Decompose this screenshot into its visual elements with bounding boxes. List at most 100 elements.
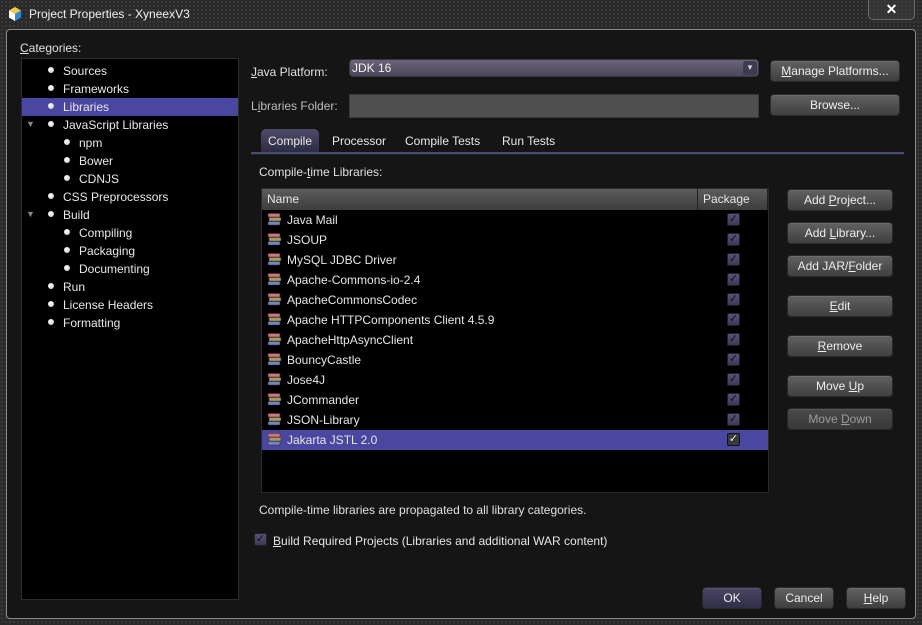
bullet-icon <box>48 121 54 127</box>
java-platform-label: Java Platform: <box>251 65 328 79</box>
library-row[interactable]: Jakarta JSTL 2.0 ✓ <box>262 430 768 450</box>
tree-item-label: License Headers <box>63 298 154 312</box>
library-row[interactable]: JSON-Library ✓ <box>262 410 768 430</box>
bullet-icon <box>48 193 54 199</box>
libraries-folder-field[interactable] <box>349 94 759 118</box>
move-up-button[interactable]: Move Up <box>787 375 893 397</box>
tab-run-tests[interactable]: Run Tests <box>495 129 562 153</box>
java-platform-combo[interactable]: JDK 16 ▼ <box>349 59 759 77</box>
project-properties-window: Project Properties - XyneexV3 ✕ Categori… <box>0 0 922 625</box>
tree-item-label: Bower <box>79 154 114 168</box>
tab-compile[interactable]: Compile <box>261 129 320 153</box>
package-checkbox[interactable]: ✓ <box>727 433 740 446</box>
tree-item-label: JavaScript Libraries <box>63 118 169 132</box>
package-checkbox[interactable]: ✓ <box>727 353 740 366</box>
netbeans-app-icon <box>9 7 21 21</box>
library-name: Apache HTTPComponents Client 4.5.9 <box>287 313 495 327</box>
library-icon <box>267 313 283 327</box>
tab-compile-tests[interactable]: Compile Tests <box>398 129 487 153</box>
library-icon <box>267 373 283 387</box>
tree-item-sources[interactable]: Sources <box>22 62 238 80</box>
remove-button[interactable]: Remove <box>787 335 893 357</box>
column-header-package[interactable]: Package <box>698 189 768 210</box>
close-button[interactable]: ✕ <box>868 0 915 20</box>
library-icon <box>267 353 283 367</box>
library-row[interactable]: Apache-Commons-io-2.4 ✓ <box>262 270 768 290</box>
tree-item-libraries[interactable]: Libraries <box>22 98 238 116</box>
manage-platforms-button[interactable]: Manage Platforms... <box>770 60 900 82</box>
library-row[interactable]: MySQL JDBC Driver ✓ <box>262 250 768 270</box>
library-row[interactable]: BouncyCastle ✓ <box>262 350 768 370</box>
tree-item-bower[interactable]: Bower <box>22 152 238 170</box>
bullet-icon <box>64 157 70 163</box>
library-icon <box>267 213 283 227</box>
tree-item-javascript-libraries[interactable]: ▼ JavaScript Libraries <box>22 116 238 134</box>
tree-item-label: Libraries <box>63 100 110 114</box>
package-checkbox[interactable]: ✓ <box>727 253 740 266</box>
package-checkbox[interactable]: ✓ <box>727 273 740 286</box>
add-project-button[interactable]: Add Project... <box>787 189 893 211</box>
dialog-body: Categories: Sources Frameworks Libraries ▼ J… <box>6 29 916 619</box>
build-required-checkbox[interactable]: ✓ <box>254 533 267 546</box>
library-name: Java Mail <box>287 213 338 227</box>
expand-arrow-icon[interactable]: ▼ <box>26 209 35 219</box>
library-name: Jakarta JSTL 2.0 <box>287 433 378 447</box>
help-button[interactable]: Help <box>846 587 906 609</box>
ok-button[interactable]: OK <box>702 587 762 609</box>
chevron-down-icon[interactable]: ▼ <box>743 61 757 75</box>
browse-button[interactable]: Browse... <box>770 94 900 116</box>
package-checkbox[interactable]: ✓ <box>727 293 740 306</box>
tree-item-packaging[interactable]: Packaging <box>22 242 238 260</box>
bullet-icon <box>48 283 54 289</box>
tree-item-cdnjs[interactable]: CDNJS <box>22 170 238 188</box>
tree-item-run[interactable]: Run <box>22 278 238 296</box>
title-bar[interactable]: Project Properties - XyneexV3 ✕ <box>0 0 922 28</box>
column-header-name[interactable]: Name <box>262 189 698 210</box>
expand-arrow-icon[interactable]: ▼ <box>26 119 35 129</box>
library-name: ApacheHttpAsyncClient <box>287 333 414 347</box>
tree-item-formatting[interactable]: Formatting <box>22 314 238 332</box>
categories-label-rest: ategories: <box>28 41 82 55</box>
library-row[interactable]: Apache HTTPComponents Client 4.5.9 ✓ <box>262 310 768 330</box>
tree-item-compiling[interactable]: Compiling <box>22 224 238 242</box>
library-icon <box>267 433 283 447</box>
library-name: ApacheCommonsCodec <box>287 293 418 307</box>
build-required-label[interactable]: Build Required Projects (Libraries and a… <box>273 534 607 548</box>
library-row[interactable]: JCommander ✓ <box>262 390 768 410</box>
package-checkbox[interactable]: ✓ <box>727 373 740 386</box>
categories-tree[interactable]: Sources Frameworks Libraries ▼ JavaScript Li… <box>21 58 239 600</box>
package-checkbox[interactable]: ✓ <box>727 333 740 346</box>
bullet-icon <box>64 175 70 181</box>
bullet-icon <box>64 229 70 235</box>
library-row[interactable]: Jose4J ✓ <box>262 370 768 390</box>
tree-item-css-preprocessors[interactable]: CSS Preprocessors <box>22 188 238 206</box>
move-down-button[interactable]: Move Down <box>787 408 893 430</box>
library-row[interactable]: Java Mail ✓ <box>262 210 768 230</box>
package-checkbox[interactable]: ✓ <box>727 213 740 226</box>
tree-item-license-headers[interactable]: License Headers <box>22 296 238 314</box>
cancel-button[interactable]: Cancel <box>774 587 834 609</box>
tree-item-frameworks[interactable]: Frameworks <box>22 80 238 98</box>
edit-button[interactable]: Edit <box>787 295 893 317</box>
add-jar-folder-button[interactable]: Add JAR/Folder <box>787 255 893 277</box>
tree-item-label: CSS Preprocessors <box>63 190 169 204</box>
library-row[interactable]: ApacheHttpAsyncClient ✓ <box>262 330 768 350</box>
tree-item-build[interactable]: ▼ Build <box>22 206 238 224</box>
library-icon <box>267 293 283 307</box>
add-library-button[interactable]: Add Library... <box>787 222 893 244</box>
package-checkbox[interactable]: ✓ <box>727 393 740 406</box>
package-checkbox[interactable]: ✓ <box>727 233 740 246</box>
table-header: Name Package <box>262 189 768 210</box>
package-checkbox[interactable]: ✓ <box>727 413 740 426</box>
library-row[interactable]: ApacheCommonsCodec ✓ <box>262 290 768 310</box>
library-icon <box>267 273 283 287</box>
compile-libraries-table[interactable]: Name Package Java Mail ✓ JSOUP ✓ MySQL JDBC … <box>261 188 769 493</box>
package-checkbox[interactable]: ✓ <box>727 313 740 326</box>
library-row[interactable]: JSOUP ✓ <box>262 230 768 250</box>
tab-processor[interactable]: Processor <box>325 129 393 153</box>
tree-item-documenting[interactable]: Documenting <box>22 260 238 278</box>
tree-item-label: Documenting <box>79 262 150 276</box>
tree-item-npm[interactable]: npm <box>22 134 238 152</box>
libraries-folder-label: Libraries Folder: <box>251 99 338 113</box>
categories-label: Categories: <box>20 41 82 55</box>
